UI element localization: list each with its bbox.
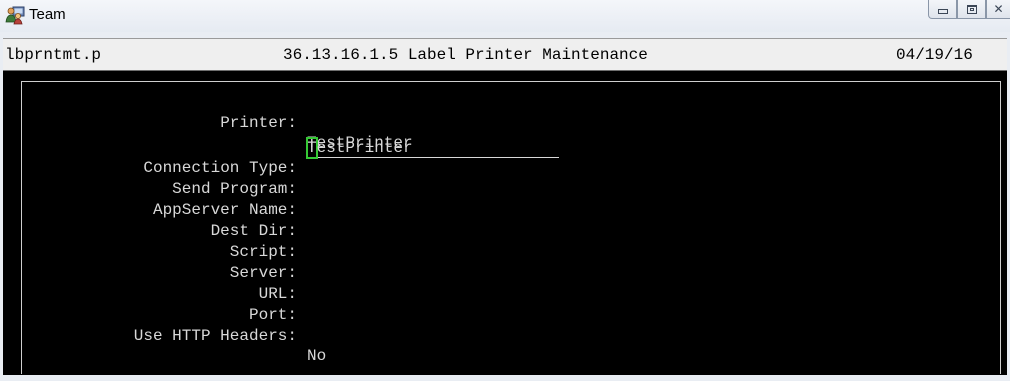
window-bottom-border <box>0 375 1010 381</box>
minimize-icon <box>937 8 948 14</box>
printer-row: Printer: TestPrinter <box>22 93 982 152</box>
dest-dir-row: Dest Dir: <box>22 201 982 240</box>
close-button[interactable]: ✕ <box>986 0 1010 19</box>
server-row: Server: <box>22 243 982 282</box>
team-app-icon <box>5 6 25 25</box>
connection-type-value: estPrinter <box>316 139 413 157</box>
connection-type-field[interactable]: TestPrinter <box>306 137 559 159</box>
title-bar[interactable]: Team ✕ <box>0 0 1010 32</box>
terminal-screen[interactable]: Printer: TestPrinter Connection Type: Te… <box>3 71 1007 375</box>
send-program-row: Send Program: <box>22 159 982 198</box>
menu-title: 36.13.16.1.5 Label Printer Maintenance <box>283 46 648 64</box>
appserver-name-row: AppServer Name: <box>22 180 982 219</box>
maximize-icon <box>966 4 977 14</box>
header-date: 04/19/16 <box>896 46 973 64</box>
close-icon: ✕ <box>993 2 1004 16</box>
text-cursor: T <box>306 137 318 159</box>
maximize-button[interactable] <box>957 0 986 19</box>
program-header: lbprntmt.p 36.13.16.1.5 Label Printer Ma… <box>3 38 1007 71</box>
printer-label: Printer: <box>220 114 297 132</box>
window-controls: ✕ <box>928 0 1010 22</box>
use-http-headers-row: Use HTTP Headers: No <box>22 306 982 365</box>
terminal-window: Team ✕ lbprntmt.p 36.13.16.1.5 Label Pri… <box>0 0 1010 381</box>
port-row: Port: <box>22 285 982 324</box>
form-frame: Printer: TestPrinter Connection Type: Te… <box>21 81 1001 374</box>
url-row: URL: <box>22 264 982 303</box>
use-http-headers-label: Use HTTP Headers: <box>133 327 297 345</box>
script-row: Script: <box>22 222 982 261</box>
minimize-button[interactable] <box>928 0 957 19</box>
program-name: lbprntmt.p <box>5 46 102 64</box>
connection-type-row: Connection Type: TestPrinter <box>22 137 982 177</box>
window-title: Team <box>29 6 66 23</box>
use-http-headers-value[interactable]: No <box>307 346 326 366</box>
